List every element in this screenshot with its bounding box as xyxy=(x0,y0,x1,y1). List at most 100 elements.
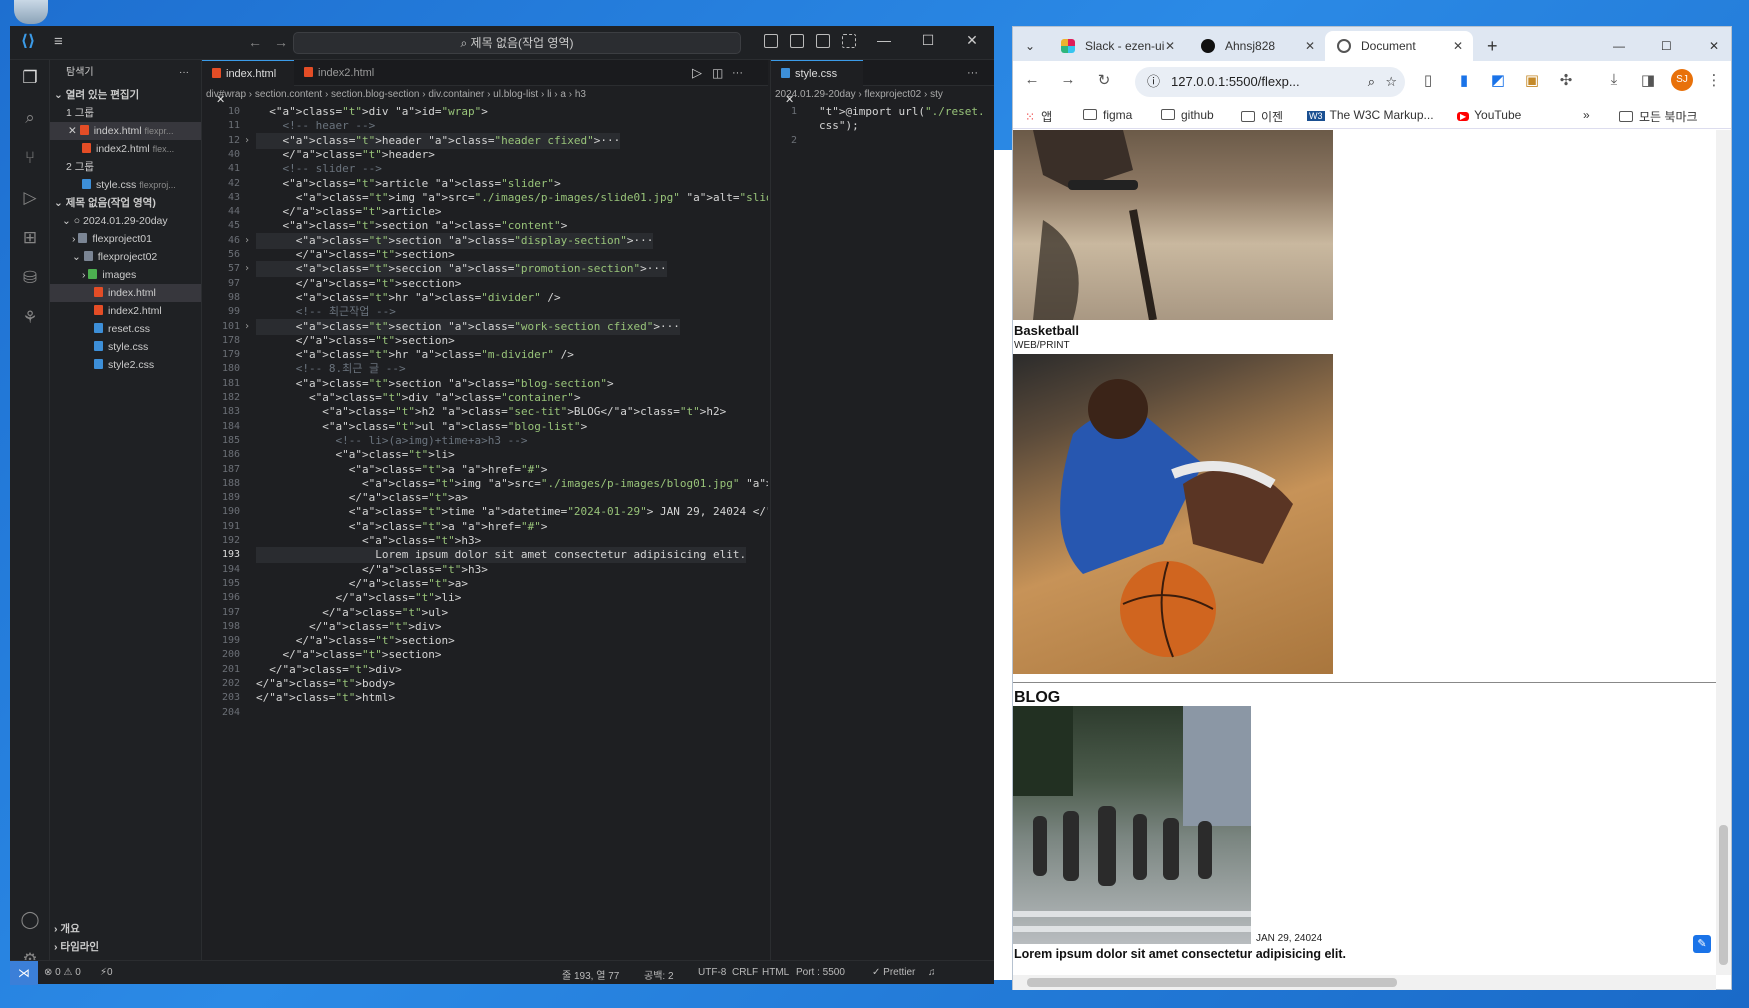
tree-file-style2[interactable]: style2.css xyxy=(50,356,201,374)
editor2-more-icon[interactable]: ··· xyxy=(957,60,988,86)
source-control-icon[interactable]: ⑂ xyxy=(18,146,42,170)
indent-status[interactable]: 공백: 2 xyxy=(644,967,674,982)
chrome-tab-github[interactable]: Ahnsj828 ✕ xyxy=(1189,31,1325,61)
toggle-sidebar-icon[interactable] xyxy=(764,34,778,48)
reload-icon[interactable]: ↻ xyxy=(1093,71,1115,89)
new-tab-icon[interactable]: + xyxy=(1481,31,1507,61)
side-panel-icon[interactable]: ◨ xyxy=(1637,71,1659,89)
open-editor-index2[interactable]: index2.html flex... xyxy=(50,140,201,158)
forward-icon[interactable]: → xyxy=(1057,71,1079,88)
outline-section[interactable]: › 개요 xyxy=(50,920,202,938)
desktop-icon[interactable] xyxy=(14,0,48,24)
remote-icon[interactable]: ⋊ xyxy=(10,961,38,985)
account-icon[interactable]: ◯ xyxy=(18,908,42,932)
css-code-area[interactable]: 1 "t">@import url("./reset. css"); 2 xyxy=(771,104,995,920)
timeline-section[interactable]: › 타임라인 xyxy=(50,938,202,956)
notifications-bell-icon[interactable]: ♫ xyxy=(928,967,936,978)
profile-avatar[interactable]: SJ xyxy=(1671,69,1693,91)
bookmark-apps[interactable]: ⁙ 앱 xyxy=(1025,108,1052,125)
chrome-tab-document[interactable]: Document ✕ xyxy=(1325,31,1473,61)
remote-explorer-icon[interactable]: ⚘ xyxy=(18,306,42,330)
more-actions-icon[interactable]: ··· xyxy=(179,60,189,86)
workspace-section[interactable]: ⌄ 제목 없음(작업 영역) xyxy=(50,194,201,212)
tab-index-html[interactable]: index.html ✕ xyxy=(202,60,294,106)
menu-icon[interactable]: ≡ xyxy=(54,34,72,50)
blog-image[interactable] xyxy=(1013,706,1251,944)
site-info-icon[interactable]: ⓘ xyxy=(1147,67,1160,97)
tab-search-icon[interactable]: ⌄ xyxy=(1017,31,1043,61)
minimize-icon[interactable]: — xyxy=(874,32,894,48)
tree-folder-flexproject02[interactable]: ⌄ flexproject02 xyxy=(50,248,201,266)
breadcrumb[interactable]: div#wrap › section.content › section.blo… xyxy=(202,86,768,104)
bookmark-youtube[interactable]: ▶ YouTube xyxy=(1457,108,1521,122)
chrome-tab-slack[interactable]: Slack - ezen-ui ✕ xyxy=(1049,31,1185,61)
tab-close-icon[interactable]: ✕ xyxy=(1453,31,1463,61)
zoom-icon[interactable]: ⌕ xyxy=(1368,67,1375,97)
fold-chevron-icon[interactable]: › xyxy=(244,261,250,277)
search-icon[interactable]: ⌕ xyxy=(18,106,42,130)
eol-status[interactable]: CRLF xyxy=(732,967,758,978)
more-bookmarks-icon[interactable]: » xyxy=(1583,108,1590,122)
open-editor-index[interactable]: ✕ index.html flexpr... xyxy=(50,122,201,140)
toggle-secondary-sidebar-icon[interactable] xyxy=(816,34,830,48)
chrome-close-icon[interactable]: ✕ xyxy=(1701,31,1727,61)
tab-index2-html[interactable]: index2.html xyxy=(294,60,390,86)
tree-file-index2[interactable]: index2.html xyxy=(50,302,201,320)
bookmark-figma[interactable]: figma xyxy=(1083,108,1132,122)
explorer-icon[interactable]: ❐ xyxy=(18,66,42,90)
tab-close-icon[interactable]: ✕ xyxy=(1165,31,1175,61)
all-bookmarks[interactable]: 모든 북마크 xyxy=(1619,108,1698,125)
floating-extension-icon[interactable]: ✎ xyxy=(1693,935,1711,953)
tree-file-reset[interactable]: reset.css xyxy=(50,320,201,338)
command-center-search[interactable]: ⌕ 제목 없음(작업 영역) xyxy=(293,32,741,54)
fold-chevron-icon[interactable]: › xyxy=(244,319,250,335)
extensions-icon[interactable]: ⊞ xyxy=(18,226,42,250)
skateboard-image[interactable] xyxy=(1013,130,1333,320)
bookmark-w3c[interactable]: W3 The W3C Markup... xyxy=(1307,108,1434,122)
chrome-minimize-icon[interactable]: — xyxy=(1605,31,1631,61)
back-icon[interactable]: ← xyxy=(1021,71,1043,88)
ports-status[interactable]: ⚡0 xyxy=(100,967,113,978)
tree-folder-flexproject01[interactable]: › flexproject01 xyxy=(50,230,201,248)
close-editor-icon[interactable]: ✕ xyxy=(68,125,80,137)
maximize-icon[interactable]: ☐ xyxy=(918,32,938,49)
basketball-image[interactable] xyxy=(1013,354,1333,674)
fold-chevron-icon[interactable]: › xyxy=(244,133,250,149)
chrome-menu-icon[interactable]: ⋮ xyxy=(1703,71,1725,89)
encoding-status[interactable]: UTF-8 xyxy=(698,967,726,978)
download-icon[interactable]: ⤓ xyxy=(1603,71,1625,88)
bookmark-github[interactable]: github xyxy=(1161,108,1214,122)
horizontal-scroll-thumb[interactable] xyxy=(1027,978,1397,987)
code-area[interactable]: 10 <"a">class="t">div "a">id="wrap"> 11 <… xyxy=(202,104,768,920)
vertical-scroll-thumb[interactable] xyxy=(1719,825,1728,965)
chrome-maximize-icon[interactable]: ☐ xyxy=(1653,31,1679,61)
breadcrumb-2[interactable]: 2024.01.29-20day › flexproject02 › sty xyxy=(771,86,994,104)
editor-more-icon[interactable]: ··· xyxy=(722,60,753,86)
open-editor-style[interactable]: style.css flexproj... xyxy=(50,176,201,194)
problems-status[interactable]: ⊗ 0 ⚠ 0 xyxy=(44,967,81,978)
extension-1-icon[interactable]: ▯ xyxy=(1417,71,1439,89)
tab-close-icon[interactable]: ✕ xyxy=(1305,31,1315,61)
horizontal-scrollbar[interactable] xyxy=(1013,975,1716,990)
run-debug-icon[interactable]: ▷ xyxy=(18,186,42,210)
bookmark-ezen[interactable]: 이젠 xyxy=(1241,108,1283,125)
tree-file-index[interactable]: index.html xyxy=(50,284,201,302)
close-icon[interactable]: ✕ xyxy=(962,32,982,49)
language-status[interactable]: HTML xyxy=(762,967,789,978)
extension-2-icon[interactable]: ▮ xyxy=(1453,71,1475,89)
tree-root[interactable]: ⌄ ○ 2024.01.29-20day xyxy=(50,212,201,230)
extensions-puzzle-icon[interactable]: ✣ xyxy=(1555,71,1577,89)
address-bar[interactable]: ⓘ 127.0.0.1:5500/flexp... ⌕ ☆ xyxy=(1135,67,1405,97)
vertical-scrollbar[interactable] xyxy=(1716,130,1731,975)
cursor-position[interactable]: 줄 193, 열 77 xyxy=(562,967,619,982)
extension-3-icon[interactable]: ◩ xyxy=(1487,71,1509,89)
tree-file-style[interactable]: style.css xyxy=(50,338,201,356)
code-line[interactable]: css"); xyxy=(819,118,859,134)
extension-4-icon[interactable]: ▣ xyxy=(1521,71,1543,89)
toggle-panel-icon[interactable] xyxy=(790,34,804,48)
back-arrow-icon[interactable]: ← xyxy=(248,34,262,50)
forward-arrow-icon[interactable]: → xyxy=(274,34,288,50)
customize-layout-icon[interactable] xyxy=(842,34,856,48)
database-icon[interactable]: ⛁ xyxy=(18,266,42,290)
tree-folder-images[interactable]: › images xyxy=(50,266,201,284)
